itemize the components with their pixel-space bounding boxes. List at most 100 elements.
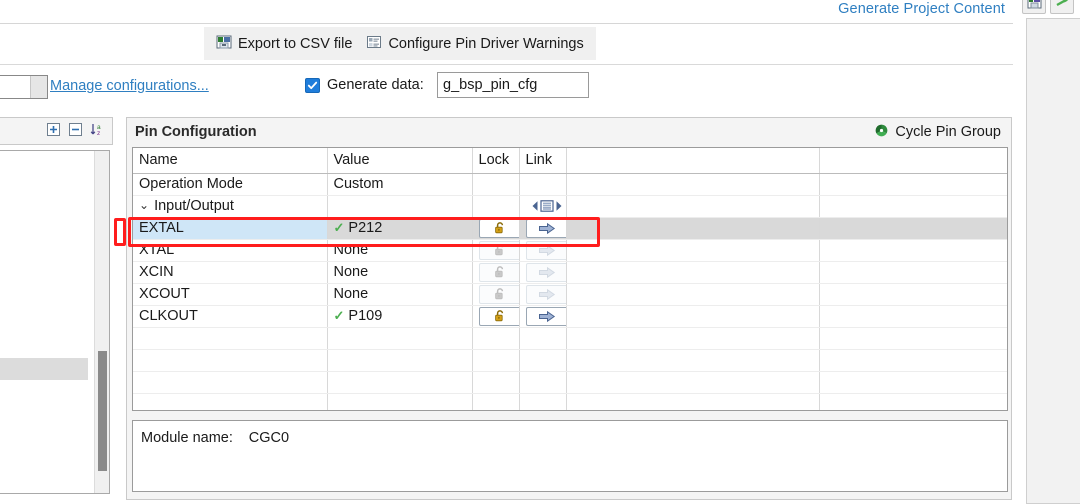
tree-scrollbar[interactable] — [94, 151, 109, 493]
row-value-cell[interactable]: None — [327, 283, 473, 306]
row-name-cell[interactable]: EXTAL — [133, 217, 328, 240]
row-lock-cell[interactable] — [472, 261, 520, 284]
column-header-name[interactable]: Name — [133, 148, 328, 174]
link-button — [525, 284, 565, 304]
row-lock-cell[interactable] — [472, 195, 520, 218]
row-link-cell[interactable] — [519, 283, 567, 306]
row-name-cell[interactable]: XCIN — [133, 261, 328, 284]
row-lock-cell[interactable] — [472, 283, 520, 306]
tree-toolbar: a z — [0, 117, 113, 145]
table-row[interactable]: XTAL None — [133, 239, 1007, 262]
row-value-cell[interactable]: None — [327, 261, 473, 284]
column-header-spacer-2 — [819, 148, 1007, 174]
cycle-pin-group-label: Cycle Pin Group — [895, 124, 1001, 140]
configure-pin-driver-warnings-button[interactable]: Configure Pin Driver Warnings — [366, 34, 584, 54]
lock-toggle-button — [478, 262, 518, 282]
column-header-value[interactable]: Value — [327, 148, 473, 174]
pin-table-head: Name Value Lock Link — [133, 148, 1007, 174]
generate-data-input[interactable] — [437, 72, 589, 98]
row-name-label: XCOUT — [139, 286, 190, 302]
row-name-cell[interactable]: CLKOUT — [133, 305, 328, 328]
row-name-cell[interactable]: Operation Mode — [133, 173, 328, 196]
table-empty-cell — [819, 327, 1007, 350]
row-extra-cell-1 — [566, 239, 820, 262]
row-name-label: XTAL — [139, 242, 175, 258]
row-extra-cell-2 — [819, 217, 1007, 240]
padlock-open-icon — [494, 310, 503, 322]
export-to-csv-label: Export to CSV file — [238, 35, 353, 52]
row-link-cell[interactable] — [519, 239, 567, 262]
lock-toggle-button[interactable] — [478, 218, 518, 238]
chevron-down-icon — [30, 76, 47, 98]
module-name-label: Module name: — [141, 430, 233, 446]
row-extra-cell-1 — [566, 217, 820, 240]
row-link-cell[interactable] — [519, 261, 567, 284]
tree-selected-row[interactable] — [0, 358, 88, 380]
table-empty-cell — [327, 371, 473, 394]
lock-toggle-button[interactable] — [478, 306, 518, 326]
link-arrow-icon — [538, 288, 555, 300]
padlock-open-icon — [494, 266, 503, 278]
run-button[interactable] — [1050, 0, 1074, 14]
row-extra-cell-1 — [566, 261, 820, 284]
pin-tree-panel[interactable] — [0, 150, 110, 494]
generate-data-checkbox[interactable] — [305, 77, 320, 93]
table-row[interactable]: EXTAL ✓ P212 — [133, 217, 1007, 240]
padlock-open-icon — [494, 222, 503, 234]
table-row[interactable]: Operation Mode Custom — [133, 173, 1007, 196]
table-empty-cell — [472, 371, 520, 394]
table-empty-row — [133, 371, 1007, 394]
row-value-cell[interactable] — [327, 195, 473, 218]
export-to-csv-button[interactable]: Export to CSV file — [216, 34, 352, 54]
pin-table-body: Operation Mode Custom ⌄ Input/Output EXTAL ✓ P… — [133, 173, 1007, 410]
row-link-cell[interactable] — [519, 173, 567, 196]
row-link-cell[interactable] — [519, 217, 567, 240]
check-icon: ✓ — [333, 308, 345, 323]
row-value-cell[interactable]: Custom — [327, 173, 473, 196]
padlock-open-icon — [494, 244, 503, 256]
link-group-button[interactable] — [526, 197, 566, 216]
row-extra-cell-1 — [566, 305, 820, 328]
manage-configurations-link[interactable]: Manage configurations... — [50, 78, 209, 94]
table-row[interactable]: CLKOUT ✓ P109 — [133, 305, 1007, 328]
row-value-cell[interactable]: None — [327, 239, 473, 262]
link-button[interactable] — [525, 218, 565, 238]
lock-toggle-button — [478, 240, 518, 260]
sort-alpha-icon[interactable]: a z — [90, 122, 106, 140]
row-link-cell[interactable] — [519, 305, 567, 328]
row-name-cell[interactable]: XCOUT — [133, 283, 328, 306]
row-value-cell[interactable]: ✓ P212 — [327, 217, 473, 240]
column-header-lock[interactable]: Lock — [472, 148, 520, 174]
table-row[interactable]: XCOUT None — [133, 283, 1007, 306]
table-row[interactable]: ⌄ Input/Output — [133, 195, 1007, 218]
pin-table-header-row: Name Value Lock Link — [133, 148, 1007, 174]
generate-project-content-link[interactable]: Generate Project Content — [838, 1, 1005, 17]
right-side-view[interactable] — [1026, 18, 1080, 504]
row-lock-cell[interactable] — [472, 305, 520, 328]
table-empty-cell — [133, 349, 328, 372]
row-lock-cell[interactable] — [472, 173, 520, 196]
pin-table: Name Value Lock Link Operation Mode Custo… — [133, 148, 1007, 410]
table-row[interactable]: XCIN None — [133, 261, 1007, 284]
column-header-link[interactable]: Link — [519, 148, 567, 174]
table-empty-cell — [566, 349, 820, 372]
configuration-select[interactable] — [0, 75, 48, 99]
expand-all-icon[interactable] — [46, 122, 61, 140]
row-link-cell[interactable] — [519, 195, 567, 218]
table-empty-cell — [566, 371, 820, 394]
tree-scrollbar-thumb[interactable] — [98, 351, 107, 471]
row-name-cell[interactable]: XTAL — [133, 239, 328, 262]
row-lock-cell[interactable] — [472, 217, 520, 240]
row-lock-cell[interactable] — [472, 239, 520, 262]
link-button[interactable] — [525, 306, 565, 326]
row-name-label: CLKOUT — [139, 308, 198, 324]
configure-pin-driver-warnings-label: Configure Pin Driver Warnings — [388, 35, 584, 52]
table-empty-cell — [472, 327, 520, 350]
save-all-button[interactable] — [1022, 0, 1046, 14]
collapse-all-icon[interactable] — [68, 122, 83, 140]
pin-table-container[interactable]: Name Value Lock Link Operation Mode Custo… — [132, 147, 1008, 411]
row-value-cell[interactable]: ✓ P109 — [327, 305, 473, 328]
cycle-pin-group-button[interactable]: Cycle Pin Group — [874, 123, 1001, 142]
row-name-cell[interactable]: ⌄ Input/Output — [133, 195, 328, 218]
chevron-down-icon[interactable]: ⌄ — [139, 198, 149, 212]
